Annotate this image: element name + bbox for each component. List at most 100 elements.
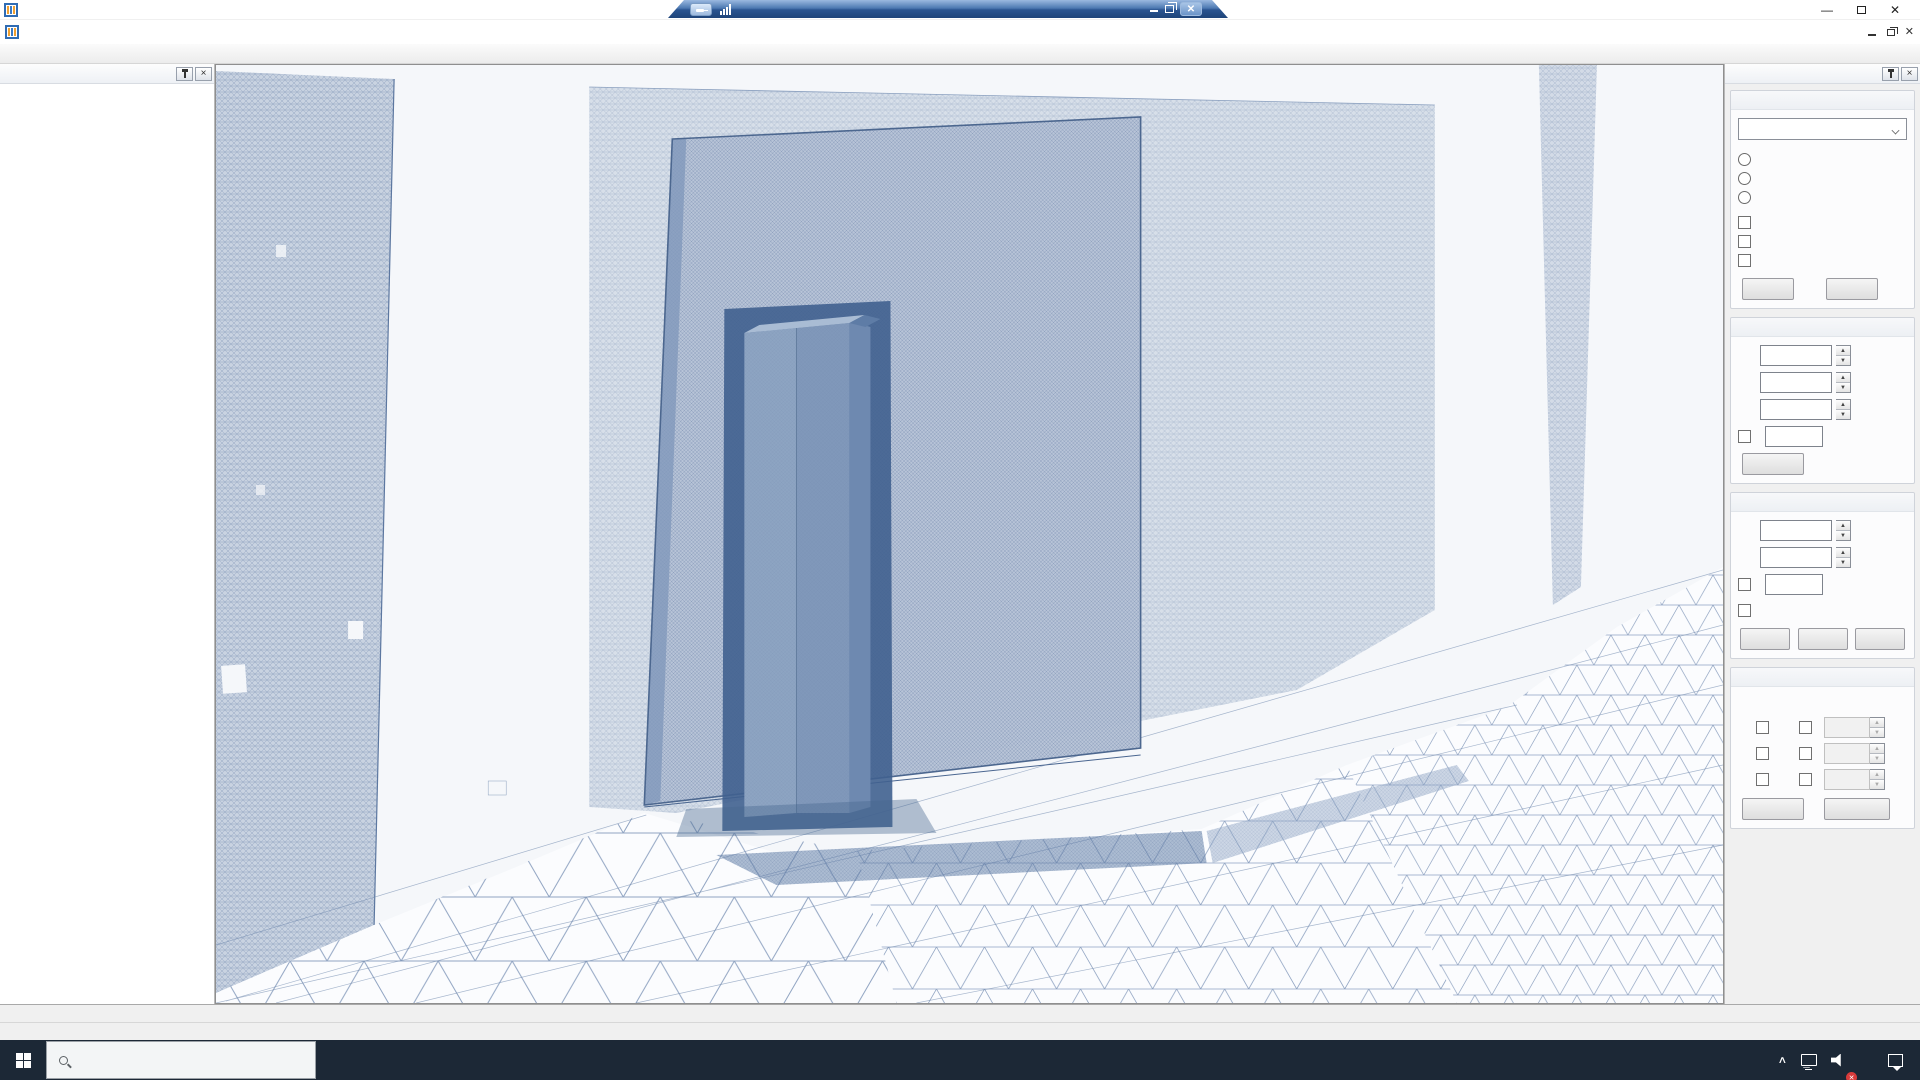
window-minimize-button[interactable]: — (1810, 0, 1844, 20)
step2-input[interactable] (1824, 743, 1870, 764)
pin-icon (181, 68, 188, 78)
menu-bar: ✕ (0, 20, 1920, 44)
step1-stepper[interactable]: ▲ ▼ (1870, 717, 1885, 738)
position-x-stepper[interactable]: ▲ ▼ (1836, 345, 1851, 366)
default-button[interactable] (1824, 798, 1890, 820)
mdi-minimize-button[interactable] (1867, 28, 1877, 37)
position-step-input[interactable] (1765, 426, 1823, 447)
clipper-close-button[interactable]: × (1901, 66, 1918, 81)
navigator-header: × (0, 64, 214, 84)
radio-icon (1738, 172, 1751, 185)
mdi-restore-button[interactable] (1886, 26, 1898, 36)
step-checkbox[interactable] (1738, 430, 1751, 443)
taskbar-search[interactable] (46, 1041, 316, 1079)
rotation-theta-stepper[interactable]: ▲ ▼ (1836, 520, 1851, 541)
clipper-mode-select[interactable] (1738, 118, 1907, 140)
options-button[interactable] (1742, 798, 1804, 820)
rdp-restore-button[interactable] (1165, 5, 1174, 13)
c3-checkbox[interactable] (1799, 773, 1812, 786)
bottom-tab-bar (0, 1004, 1920, 1022)
p1-checkbox[interactable] (1756, 721, 1769, 734)
rotate-minus-y-button[interactable] (1797, 628, 1848, 650)
radio-icon (1738, 153, 1751, 166)
chevron-down-icon (1892, 126, 1900, 134)
step3-stepper[interactable]: ▲ ▼ (1870, 769, 1885, 790)
checkbox-auto-apply[interactable] (1738, 251, 1907, 270)
step-checkbox[interactable] (1738, 578, 1751, 591)
position-z-stepper[interactable]: ▲ ▼ (1836, 399, 1851, 420)
system-tray: ∧ (1770, 1040, 1920, 1080)
mdi-window-controls: ✕ (1867, 20, 1914, 44)
slicer-options-title (1731, 668, 1914, 687)
p3-checkbox[interactable] (1756, 773, 1769, 786)
rotate-plus-z-button[interactable] (1855, 628, 1905, 650)
position-y-input[interactable] (1760, 372, 1832, 393)
rdp-close-button[interactable]: ✕ (1180, 2, 1202, 16)
rotation-step-input[interactable] (1765, 574, 1823, 595)
windows-taskbar: ∧ (0, 1040, 1920, 1080)
c2-checkbox[interactable] (1799, 747, 1812, 760)
mesh-scene (216, 65, 1723, 1003)
rotation-theta-input[interactable] (1760, 520, 1832, 541)
center-button[interactable] (1742, 453, 1804, 475)
clipper-pin-button[interactable] (1882, 66, 1899, 81)
navigator-close-button[interactable]: × (195, 66, 212, 81)
rotation-phi-input[interactable] (1760, 547, 1832, 568)
network-tray-item[interactable] (1794, 1040, 1824, 1080)
rotation-title (1731, 493, 1914, 512)
mdi-document-icon[interactable] (5, 25, 19, 39)
maximize-icon (1856, 6, 1866, 14)
rotate-minus-x-button[interactable] (1740, 628, 1790, 650)
checkbox-icon (1738, 604, 1751, 617)
position-group: ▲ ▼ ▲ ▼ ▲ ▼ (1730, 317, 1915, 484)
apply-button[interactable] (1742, 278, 1794, 300)
checkbox-icon (1738, 235, 1751, 248)
position-x-row: ▲ ▼ (1738, 345, 1907, 366)
slicer-row-p2: ▲ ▼ (1738, 743, 1907, 764)
reset-button[interactable] (1826, 278, 1878, 300)
p2-checkbox[interactable] (1756, 747, 1769, 760)
position-y-stepper[interactable]: ▲ ▼ (1836, 372, 1851, 393)
radio-off[interactable] (1738, 169, 1907, 188)
radio-automatic[interactable] (1738, 188, 1907, 207)
tray-expand-button[interactable]: ∧ (1770, 1040, 1794, 1080)
rdp-pin-icon[interactable] (690, 3, 712, 16)
clipper-panel: × ▲ ▼ ▲ ▼ ▲ ▼ ▲ ▼ ▲ ▼ ▲ ▼ ▲ ▼ ▲ ▼ (1724, 64, 1920, 1004)
position-z-input[interactable] (1760, 399, 1832, 420)
window-maximize-button[interactable] (1844, 0, 1878, 20)
action-center-button[interactable] (1881, 1040, 1920, 1080)
checkbox-show-manipulator[interactable] (1738, 232, 1907, 251)
mdi-close-button[interactable]: ✕ (1905, 26, 1914, 37)
rotation-phi-stepper[interactable]: ▲ ▼ (1836, 547, 1851, 568)
windows-logo-icon (15, 1052, 23, 1060)
pin-icon (1887, 68, 1894, 78)
navigator-pin-button[interactable] (176, 66, 193, 81)
slicer-headers (1738, 695, 1907, 713)
position-step-row (1738, 426, 1907, 447)
radio-icon (1738, 191, 1751, 204)
step1-input[interactable] (1824, 717, 1870, 738)
slicer-row-p1: ▲ ▼ (1738, 717, 1907, 738)
window-close-button[interactable]: ✕ (1878, 0, 1912, 20)
step2-stepper[interactable]: ▲ ▼ (1870, 743, 1885, 764)
checkbox-icon (1738, 216, 1751, 229)
position-x-input[interactable] (1760, 345, 1832, 366)
start-button[interactable] (0, 1040, 46, 1080)
clipper-settings-group (1730, 90, 1915, 309)
project-navigator-panel: × (0, 64, 215, 1004)
search-input[interactable] (77, 1052, 277, 1068)
rotation-step-row (1738, 574, 1907, 595)
volume-tray-item[interactable] (1824, 1040, 1857, 1080)
rotation-phi-row: ▲ ▼ (1738, 547, 1907, 568)
main-toolbar (0, 44, 1920, 64)
slicer-row-p3: ▲ ▼ (1738, 769, 1907, 790)
checkbox-reverse-orientation[interactable] (1738, 601, 1907, 620)
checkbox-clip-only-mesh[interactable] (1738, 213, 1907, 232)
viewport-3d-scene[interactable] (215, 64, 1724, 1004)
c1-checkbox[interactable] (1799, 721, 1812, 734)
project-tree (0, 84, 214, 1004)
rdp-minimize-button[interactable] (1149, 4, 1159, 14)
window-controls: — ✕ (1810, 0, 1912, 20)
step3-input[interactable] (1824, 769, 1870, 790)
radio-on[interactable] (1738, 150, 1907, 169)
